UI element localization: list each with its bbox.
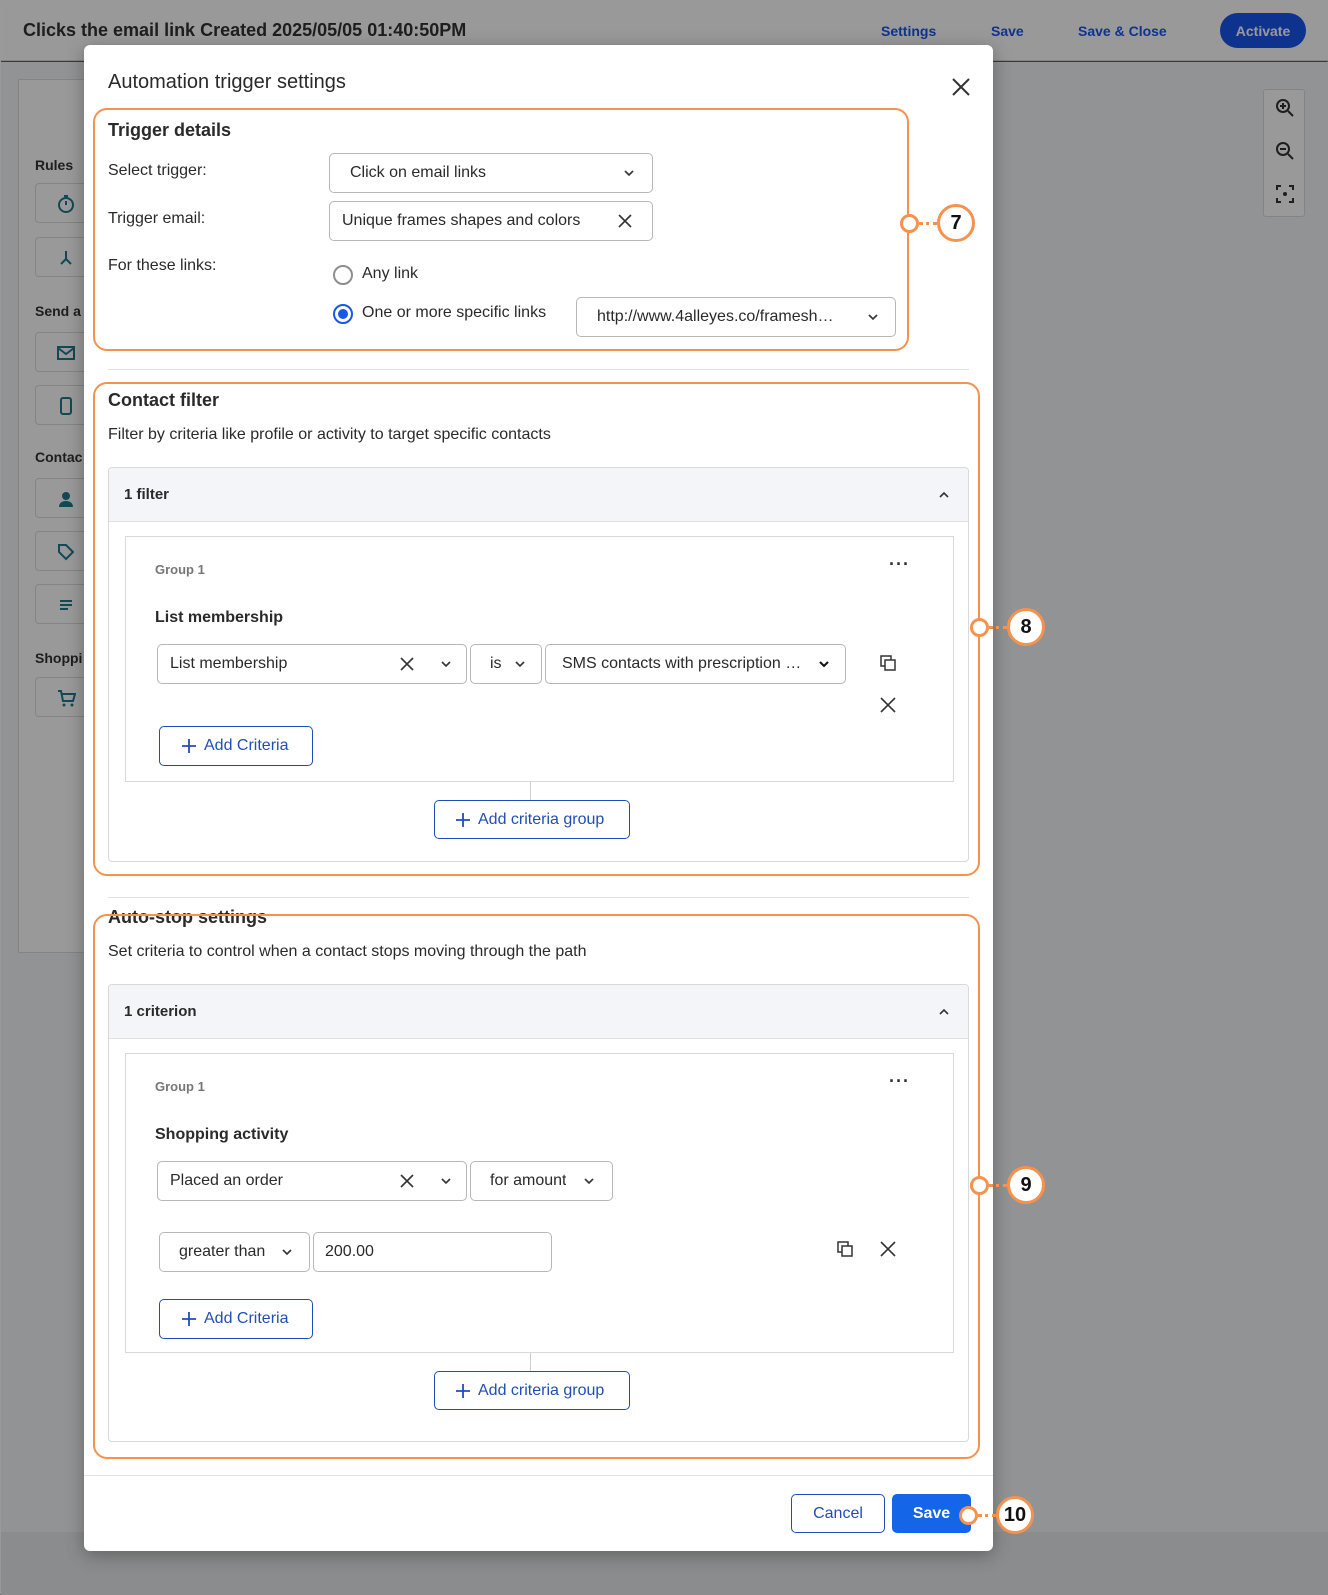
callout-line xyxy=(978,1514,996,1517)
callout-dot xyxy=(959,1506,978,1525)
callout-7: 7 xyxy=(937,204,975,242)
callout-9: 9 xyxy=(1007,1166,1045,1204)
callout-dot xyxy=(970,618,989,637)
section-divider xyxy=(108,369,969,370)
cancel-button[interactable]: Cancel xyxy=(791,1494,885,1533)
callout-line xyxy=(919,222,937,225)
screen: Clicks the email link Created 2025/05/05… xyxy=(0,0,1328,1595)
callout-dot xyxy=(900,214,919,233)
footer-divider xyxy=(84,1475,993,1476)
close-icon[interactable] xyxy=(949,75,973,99)
callout-line xyxy=(989,1184,1007,1187)
contact-filter-highlight xyxy=(93,382,980,876)
callout-10: 10 xyxy=(996,1496,1034,1534)
callout-line xyxy=(989,626,1007,629)
callout-dot xyxy=(970,1176,989,1195)
callout-8: 8 xyxy=(1007,608,1045,646)
trigger-highlight xyxy=(93,108,909,351)
modal-title: Automation trigger settings xyxy=(108,71,346,93)
auto-stop-highlight xyxy=(93,914,980,1459)
section-divider xyxy=(108,897,969,898)
